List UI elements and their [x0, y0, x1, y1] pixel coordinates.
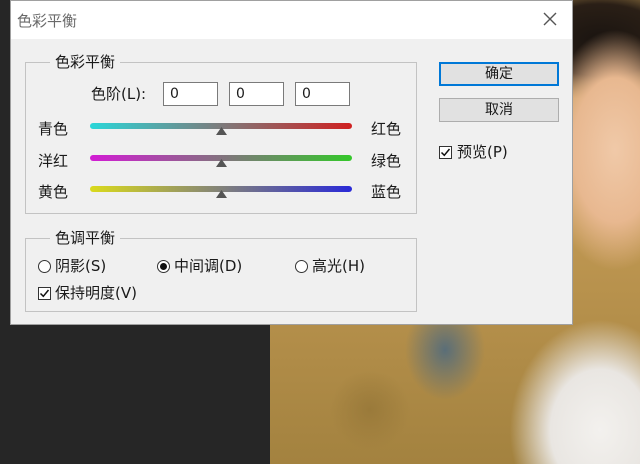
slider-blue-label: 蓝色 — [371, 183, 402, 201]
preserve-luminosity-label[interactable]: 保持明度(V) — [55, 283, 137, 303]
slider-red-label: 红色 — [371, 120, 402, 138]
cancel-button[interactable]: 取消 — [439, 98, 559, 122]
magenta-green-slider-thumb[interactable] — [216, 159, 227, 167]
color-balance-group: 色彩平衡 色阶(L): 0 0 0 青色 红色 洋红 绿色 黄色 蓝色 — [25, 52, 417, 214]
close-icon[interactable] — [540, 9, 560, 29]
dialog-title: 色彩平衡 — [17, 12, 78, 30]
radio-midtones-label[interactable]: 中间调(D) — [174, 256, 242, 276]
ok-button[interactable]: 确定 — [439, 62, 559, 86]
preview-checkbox[interactable] — [439, 146, 452, 159]
slider-cyan-label: 青色 — [38, 120, 69, 138]
radio-shadows[interactable] — [38, 260, 51, 273]
radio-shadows-label[interactable]: 阴影(S) — [55, 256, 106, 276]
levels-label: 色阶(L): — [91, 85, 147, 103]
preserve-luminosity-checkbox[interactable] — [38, 287, 51, 300]
level-input-1[interactable]: 0 — [163, 82, 218, 106]
title-bar[interactable]: 色彩平衡 — [11, 1, 572, 39]
color-balance-group-title: 色彩平衡 — [50, 52, 121, 72]
slider-yellow-label: 黄色 — [38, 183, 69, 201]
level-input-2[interactable]: 0 — [229, 82, 284, 106]
slider-magenta-label: 洋红 — [38, 152, 69, 170]
preview-label[interactable]: 预览(P) — [457, 142, 508, 162]
tone-balance-group-title: 色调平衡 — [50, 228, 121, 248]
radio-highlights-label[interactable]: 高光(H) — [312, 256, 365, 276]
color-balance-dialog: 色彩平衡 色彩平衡 色阶(L): 0 0 0 青色 红色 洋红 绿色 黄色 蓝色 — [10, 0, 573, 325]
level-input-3[interactable]: 0 — [295, 82, 350, 106]
cyan-red-slider-thumb[interactable] — [216, 127, 227, 135]
yellow-blue-slider-thumb[interactable] — [216, 190, 227, 198]
tone-balance-group: 色调平衡 阴影(S) 中间调(D) 高光(H) 保持明度(V) — [25, 228, 417, 312]
radio-midtones[interactable] — [157, 260, 170, 273]
radio-highlights[interactable] — [295, 260, 308, 273]
slider-green-label: 绿色 — [371, 152, 402, 170]
